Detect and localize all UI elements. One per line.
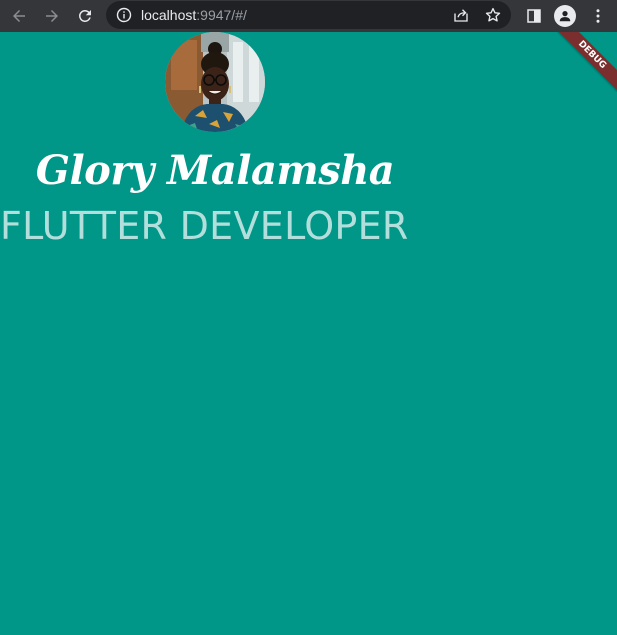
reload-button[interactable] [73,4,97,28]
info-icon[interactable] [116,7,132,23]
forward-button[interactable] [40,4,64,28]
star-icon[interactable] [484,6,502,24]
profile-photo [165,32,265,132]
side-panel-icon [527,9,541,23]
side-panel-button[interactable] [522,4,546,28]
debug-banner: DEBUG [557,32,617,92]
menu-button[interactable] [586,4,610,28]
developer-role: FLUTTER DEVELOPER [0,204,409,248]
back-icon [13,10,25,22]
debug-banner-container: DEBUG [557,32,617,92]
profile-photo-image [165,32,265,132]
url-host: localhost [141,7,197,23]
profile-icon [559,11,571,22]
developer-name: Glory Malamsha [35,147,395,194]
address-bar[interactable]: localhost:9947/#/ [106,1,511,29]
browser-toolbar: localhost:9947/#/ [0,0,617,32]
share-icon[interactable] [452,6,470,24]
back-button[interactable] [7,4,31,28]
profile-button[interactable] [554,5,576,27]
url-path: :9947/#/ [196,7,247,23]
url-text: localhost:9947/#/ [141,7,247,23]
reload-icon [78,9,91,22]
forward-icon [46,10,58,22]
menu-icon [596,9,600,23]
